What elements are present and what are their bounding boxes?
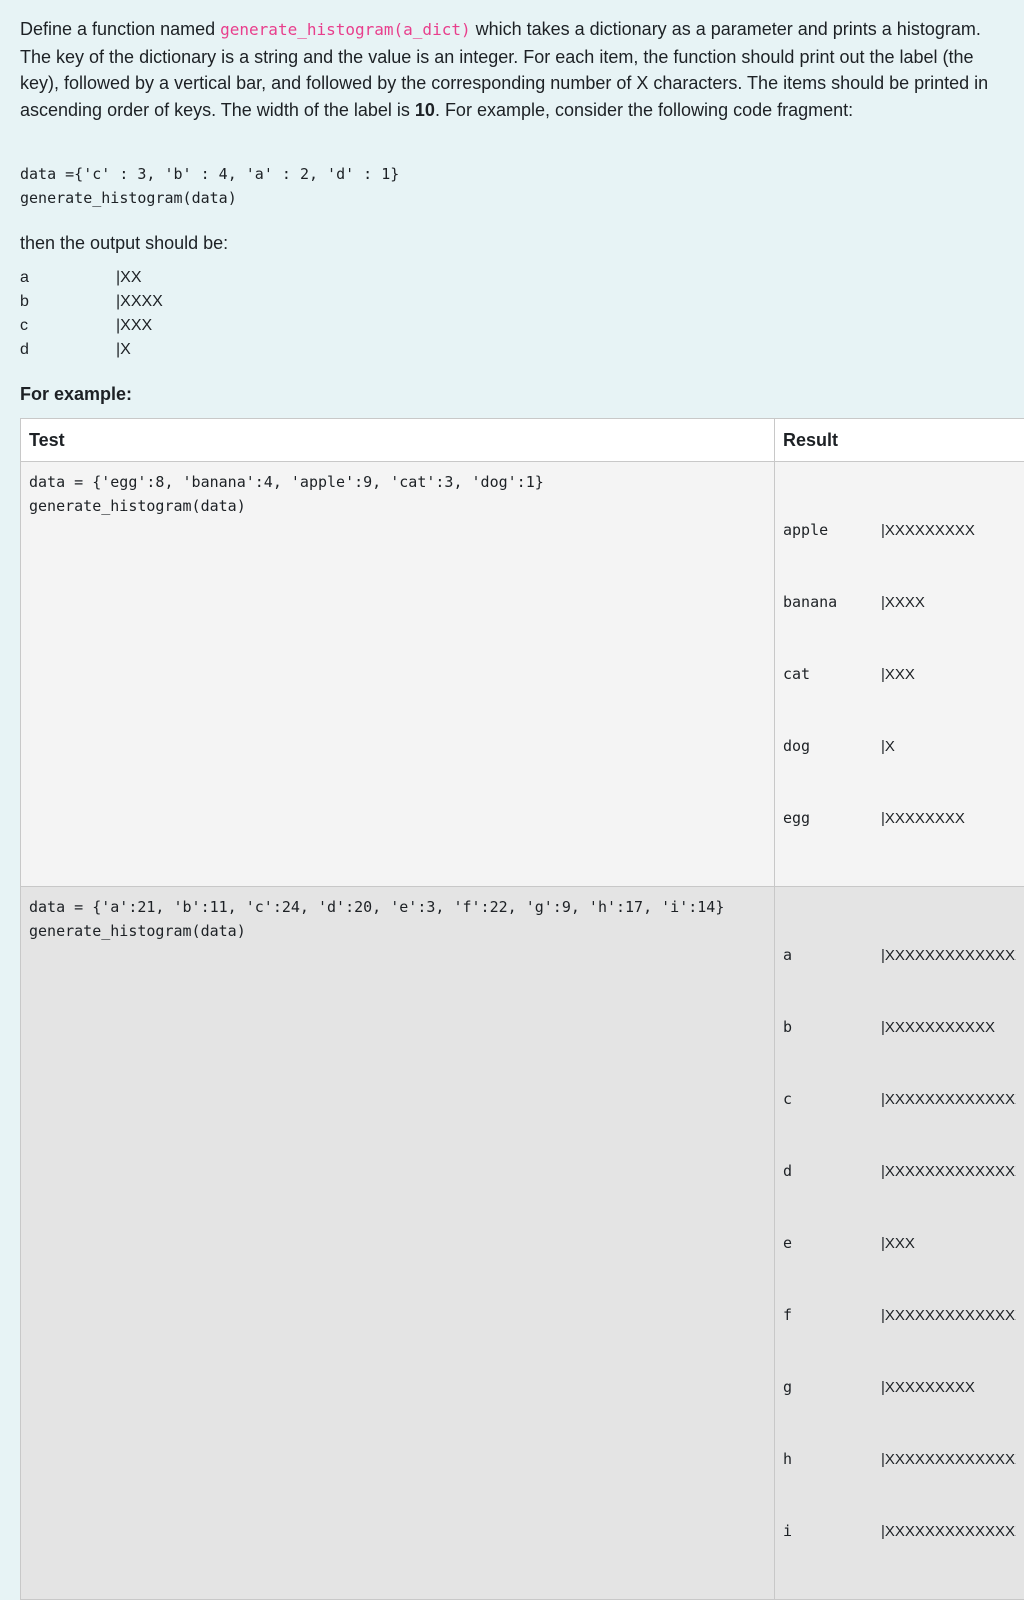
table-row: data = {'a':21, 'b':11, 'c':24, 'd':20, …: [21, 887, 1024, 1600]
result-line: i|XXXXXXXXXXXXXX: [783, 1519, 1016, 1543]
result-bar: |XXX: [881, 1235, 915, 1252]
result-bar: |XXXXXXXXXXXXXXXXXXXXXXXX: [881, 1091, 1016, 1108]
examples-table: Test Result data = {'egg':8, 'banana':4,…: [20, 418, 1024, 1600]
result-bar: |XXXXXXXXXXXXXX: [881, 1523, 1016, 1540]
result-cell: apple|XXXXXXXXX banana|XXXX cat|XXX dog|…: [775, 462, 1024, 887]
result-label: egg: [783, 806, 881, 830]
result-line: d|XXXXXXXXXXXXXXXXXXXX: [783, 1159, 1016, 1183]
sample-output-bar: |XX: [116, 269, 142, 286]
result-column-header: Result: [775, 419, 1024, 462]
result-line: egg|XXXXXXXX: [783, 806, 1016, 830]
result-line: apple|XXXXXXXXX: [783, 518, 1016, 542]
result-label: c: [783, 1087, 881, 1111]
result-label: apple: [783, 518, 881, 542]
result-bar: |XXXX: [881, 594, 925, 611]
table-header-row: Test Result: [21, 419, 1024, 462]
result-label: a: [783, 943, 881, 967]
result-bar: |XXX: [881, 666, 915, 683]
result-label: d: [783, 1159, 881, 1183]
result-label: banana: [783, 590, 881, 614]
sample-output-label: b: [20, 290, 116, 314]
sample-output-bar: |XXX: [116, 317, 152, 334]
sample-output-label: a: [20, 266, 116, 290]
question-description: Define a function named generate_histogr…: [20, 16, 1010, 123]
result-bar: |XXXXXXXXXXX: [881, 1019, 995, 1036]
description-text: Define a function named: [20, 19, 220, 39]
result-line: c|XXXXXXXXXXXXXXXXXXXXXXXX: [783, 1087, 1016, 1111]
result-line: e|XXX: [783, 1231, 1016, 1255]
result-label: h: [783, 1447, 881, 1471]
result-line: dog|X: [783, 734, 1016, 758]
result-bar: |XXXXXXXXXXXXXXXXXXXX: [881, 1163, 1016, 1180]
result-bar: |XXXXXXXXX: [881, 1379, 975, 1396]
result-label: i: [783, 1519, 881, 1543]
result-label: e: [783, 1231, 881, 1255]
result-line: h|XXXXXXXXXXXXXXXXX: [783, 1447, 1016, 1471]
result-line: f|XXXXXXXXXXXXXXXXXXXXXX: [783, 1303, 1016, 1327]
sample-output-bar: |XXXX: [116, 293, 163, 310]
sample-output-line: a|XX: [20, 266, 142, 290]
result-bar: |XXXXXXXXXXXXXXXXXXXXXX: [881, 1307, 1016, 1324]
result-line: banana|XXXX: [783, 590, 1016, 614]
question-page: Define a function named generate_histogr…: [0, 0, 1024, 830]
result-label: f: [783, 1303, 881, 1327]
label-width-value: 10: [415, 100, 435, 120]
result-label: dog: [783, 734, 881, 758]
result-bar: |X: [881, 738, 895, 755]
then-text: then the output should be:: [20, 233, 228, 254]
sample-output-bar: |X: [116, 341, 131, 358]
result-line: a|XXXXXXXXXXXXXXXXXXXXX: [783, 943, 1016, 967]
function-name-code: generate_histogram(a_dict): [220, 20, 470, 39]
result-bar: |XXXXXXXXX: [881, 522, 975, 539]
test-code-cell: data = {'a':21, 'b':11, 'c':24, 'd':20, …: [21, 887, 775, 1600]
result-line: cat|XXX: [783, 662, 1016, 686]
sample-output-line: b|XXXX: [20, 290, 163, 314]
sample-output-label: d: [20, 338, 116, 362]
result-line: g|XXXXXXXXX: [783, 1375, 1016, 1399]
result-label: g: [783, 1375, 881, 1399]
test-code-cell: data = {'egg':8, 'banana':4, 'apple':9, …: [21, 462, 775, 887]
sample-output-label: c: [20, 314, 116, 338]
result-bar: |XXXXXXXXXXXXXXXXXXXXX: [881, 947, 1016, 964]
result-label: b: [783, 1015, 881, 1039]
result-label: cat: [783, 662, 881, 686]
table-row: data = {'egg':8, 'banana':4, 'apple':9, …: [21, 462, 1024, 887]
code-sample: data ={'c' : 3, 'b' : 4, 'a' : 2, 'd' : …: [20, 162, 399, 210]
sample-output-line: d|X: [20, 338, 131, 362]
result-line: b|XXXXXXXXXXX: [783, 1015, 1016, 1039]
result-cell: a|XXXXXXXXXXXXXXXXXXXXX b|XXXXXXXXXXX c|…: [775, 887, 1024, 1600]
test-column-header: Test: [21, 419, 775, 462]
description-text-end: . For example, consider the following co…: [435, 100, 853, 120]
sample-output-line: c|XXX: [20, 314, 152, 338]
result-bar: |XXXXXXXX: [881, 810, 965, 827]
result-bar: |XXXXXXXXXXXXXXXXX: [881, 1451, 1016, 1468]
for-example-heading: For example:: [20, 384, 132, 405]
